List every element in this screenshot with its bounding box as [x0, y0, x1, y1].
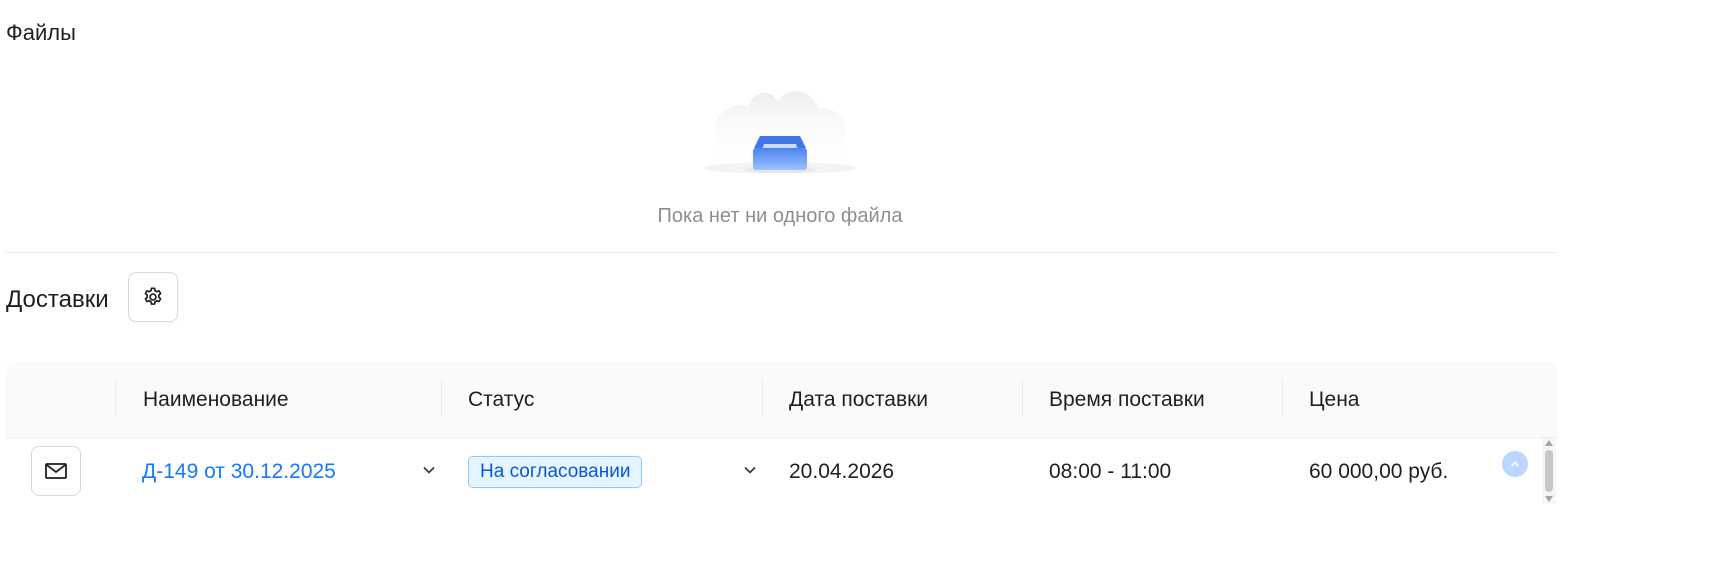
files-empty-state: Пока нет ни одного файла [0, 84, 1560, 234]
chevron-down-icon[interactable] [419, 460, 439, 480]
scroll-down-arrow-icon[interactable] [1545, 496, 1553, 502]
deliveries-section-title: Доставки [6, 286, 109, 313]
column-header-price[interactable]: Цена [1309, 362, 1360, 437]
column-separator [1022, 380, 1023, 418]
send-mail-button[interactable] [31, 446, 81, 496]
column-header-delivery-time[interactable]: Время поставки [1049, 362, 1205, 437]
delivery-name-link[interactable]: Д-149 от 30.12.2025 [142, 438, 336, 505]
delivery-time-cell: 08:00 - 11:00 [1049, 459, 1172, 483]
files-section-title: Файлы [6, 20, 76, 45]
scroll-to-top-button[interactable] [1502, 451, 1528, 477]
column-header-delivery-date[interactable]: Дата поставки [789, 362, 928, 437]
delivery-date-cell: 20.04.2026 [789, 459, 895, 483]
table-header: Наименование Статус Дата поставки Время … [5, 362, 1557, 438]
column-header-name[interactable]: Наименование [143, 362, 289, 437]
status-badge[interactable]: На согласовании [468, 456, 643, 488]
column-header-status[interactable]: Статус [468, 362, 534, 437]
mail-icon [45, 463, 67, 479]
scroll-up-arrow-icon[interactable] [1545, 440, 1553, 446]
deliveries-settings-button[interactable] [128, 272, 178, 322]
table-row: Д-149 от 30.12.2025 На согласовании 20.0… [5, 438, 1557, 505]
column-separator [441, 380, 442, 418]
column-separator [115, 380, 116, 418]
chevron-up-icon [1510, 461, 1520, 467]
deliveries-table: Наименование Статус Дата поставки Время … [5, 362, 1557, 505]
scrollbar-thumb[interactable] [1545, 450, 1553, 492]
price-cell: 60 000,00 руб. [1309, 459, 1449, 483]
column-separator [1282, 380, 1283, 418]
delivery-name-text[interactable]: Д-149 от 30.12.2025 [142, 460, 336, 484]
section-divider [5, 252, 1557, 253]
gear-icon [144, 287, 162, 305]
files-empty-text: Пока нет ни одного файла [657, 205, 903, 227]
chevron-down-icon[interactable] [740, 460, 760, 480]
empty-box-icon [704, 91, 856, 174]
page: Файлы Пока нет ни одного файла Доставки … [0, 0, 1713, 563]
vertical-scrollbar[interactable] [1542, 438, 1556, 504]
column-separator [762, 380, 763, 418]
